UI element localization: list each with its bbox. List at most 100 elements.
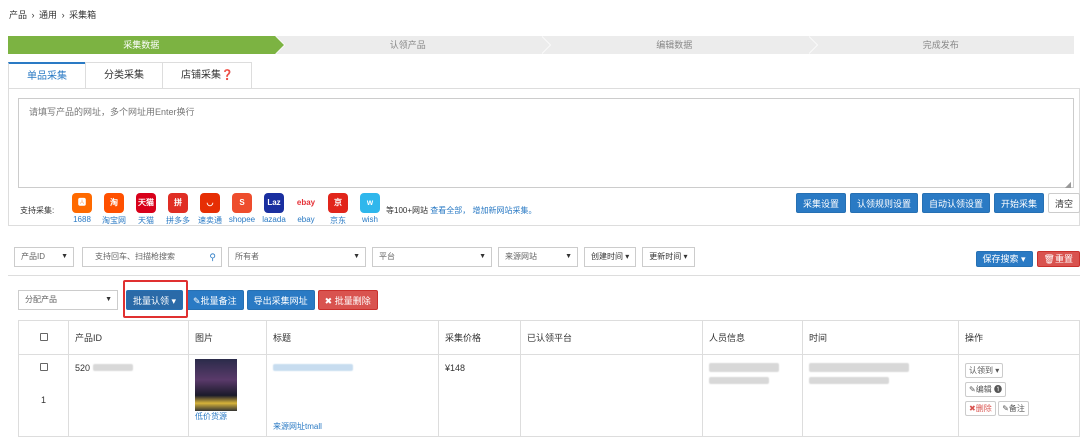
blurred-id — [92, 364, 133, 371]
step-collect: 采集数据 — [8, 36, 284, 54]
source-label: 来源网站 — [505, 252, 537, 261]
caret-down-icon: ▼ — [353, 253, 360, 260]
staff-cell — [702, 354, 803, 437]
platform-logo-icon: 天猫 — [136, 193, 156, 213]
blurred-staff — [709, 363, 779, 372]
source-select[interactable]: 来源网站 ▼ — [498, 247, 578, 267]
blurred-title[interactable] — [273, 364, 353, 371]
edit-icon: ✎ — [1002, 404, 1009, 413]
caret-down-icon: ▼ — [479, 253, 486, 260]
platform-7[interactable]: ebay ebay — [290, 193, 322, 226]
tab-single[interactable]: 单品采集 — [8, 62, 86, 88]
select-all-checkbox[interactable] — [39, 332, 48, 341]
source-link[interactable]: 来源网址tmall — [273, 421, 432, 432]
platform-name: ebay — [297, 215, 315, 224]
table-row: 1 520 低价货源 来源网址tmall ¥148 认领到 ▾ ✎编辑 ❶ ✖删… — [18, 354, 1080, 437]
platform-label: 平台 — [379, 252, 395, 261]
delete-button[interactable]: ✖删除 — [965, 401, 996, 416]
created-time-button[interactable]: 创建时间 ▾ — [584, 247, 637, 267]
platform-1[interactable]: 淘淘宝网 — [98, 193, 130, 226]
product-image[interactable] — [195, 359, 237, 411]
search-placeholder: 支持回车、扫描枪搜索 — [95, 252, 175, 261]
actions-cell: 认领到 ▾ ✎编辑 ❶ ✖删除 ✎备注 — [958, 354, 1080, 437]
resize-handle-icon[interactable]: ◢ — [1065, 180, 1071, 189]
owner-select[interactable]: 所有者 ▼ — [228, 247, 366, 267]
tab-category[interactable]: 分类采集 — [85, 62, 163, 88]
breadcrumb-separator: › — [31, 10, 35, 20]
search-actions: 保存搜索 ▾ 🗑重置 — [975, 251, 1080, 267]
filter-bar: 产品ID ▼ 支持回车、扫描枪搜索 ⚲ 所有者 ▼ 平台 ▼ 来源网站 ▼ 创建时间 ▾ … — [14, 247, 701, 267]
caret-down-icon: ▼ — [565, 253, 572, 260]
low-price-link[interactable]: 低价货源 — [195, 411, 260, 422]
collect-tabs: 单品采集 分类采集 店铺采集❓ — [8, 62, 253, 88]
platform-4[interactable]: ◡ 速卖通 — [194, 193, 226, 226]
breadcrumb-item[interactable]: 产品 — [9, 10, 27, 20]
platform-logo-icon: S — [232, 193, 252, 213]
trash-icon: 🗑 — [1043, 254, 1055, 264]
claim-to-button[interactable]: 认领到 ▾ — [965, 363, 1004, 378]
breadcrumb-item[interactable]: 通用 — [39, 10, 57, 20]
platform-name: 拼多多 — [166, 216, 190, 225]
auto-claim-button[interactable]: 自动认领设置 — [922, 193, 990, 213]
edit-button[interactable]: ✎编辑 ❶ — [965, 382, 1006, 397]
search-input[interactable]: 支持回车、扫描枪搜索 ⚲ — [82, 247, 222, 267]
platform-9[interactable]: w wish — [354, 193, 386, 226]
batch-delete-button[interactable]: ✖ 批量删除 — [317, 290, 378, 310]
platform-logo-icon: ◡ — [200, 193, 220, 213]
platform-6[interactable]: Laz lazada — [258, 193, 290, 226]
platform-select[interactable]: 平台 ▼ — [372, 247, 492, 267]
header-image: 图片 — [188, 320, 267, 355]
export-urls-button[interactable]: 导出采集网址 — [246, 290, 315, 310]
add-site-link[interactable]: 增加新网站采集。 — [473, 206, 537, 215]
progress-steps: 采集数据 认领产品 编辑数据 完成发布 — [8, 36, 1074, 54]
caret-down-icon: ▼ — [61, 253, 68, 260]
platform-3[interactable]: 拼拼多多 — [162, 193, 194, 226]
view-all-link[interactable]: 查看全部， — [430, 206, 470, 215]
search-icon[interactable]: ⚲ — [209, 248, 216, 266]
save-search-button[interactable]: 保存搜索 ▾ — [975, 251, 1033, 267]
start-collect-button[interactable]: 开始采集 — [994, 193, 1044, 213]
platform-logo-icon: 京 — [328, 193, 348, 213]
platform-0[interactable]: 🅰 1688 — [66, 193, 98, 226]
assign-label: 分配产品 — [25, 295, 57, 304]
assign-select[interactable]: 分配产品 ▼ — [18, 290, 118, 310]
platform-8[interactable]: 京京东 — [322, 193, 354, 226]
note-button[interactable]: ✎备注 — [998, 401, 1029, 416]
updated-time-button[interactable]: 更新时间 ▾ — [642, 247, 695, 267]
title-cell: 来源网址tmall — [266, 354, 439, 437]
step-publish: 完成发布 — [922, 40, 959, 50]
platform-name: 京东 — [330, 216, 346, 225]
platform-name: 1688 — [73, 215, 91, 224]
clear-button[interactable]: 清空 — [1048, 193, 1080, 213]
tab-store[interactable]: 店铺采集❓ — [162, 62, 253, 88]
price-cell: ¥148 — [438, 354, 521, 437]
edit-icon: ✎ — [193, 296, 201, 306]
close-icon: ✖ — [969, 404, 976, 413]
info-icon: ❶ — [993, 385, 1002, 394]
batch-delete-label: 批量删除 — [334, 296, 371, 306]
edit-icon: ✎ — [969, 385, 976, 394]
batch-note-button[interactable]: ✎批量备注 — [186, 290, 244, 310]
row-checkbox[interactable] — [39, 363, 48, 371]
platform-5[interactable]: Sshopee — [226, 193, 258, 226]
platform-name: wish — [361, 215, 378, 224]
edit-label: 编辑 — [975, 385, 992, 394]
platform-2[interactable]: 天猫 天猫 — [130, 193, 162, 226]
highlight-box — [123, 280, 188, 318]
platform-logo-icon: ebay — [296, 193, 316, 213]
product-id-select[interactable]: 产品ID ▼ — [14, 247, 74, 267]
platform-name: 天猫 — [138, 216, 154, 225]
delete-label: 删除 — [975, 404, 992, 413]
action-bar: 分配产品 ▼ 批量认领 ▾ ✎批量备注 导出采集网址 ✖ 批量删除 — [18, 290, 378, 310]
claim-rules-button[interactable]: 认领规则设置 — [850, 193, 918, 213]
time-cell — [802, 354, 959, 437]
note-label: 备注 — [1008, 404, 1025, 413]
support-label: 支持采集: — [20, 206, 55, 215]
collect-settings-button[interactable]: 采集设置 — [796, 193, 846, 213]
url-input[interactable]: 请填写产品的网址，多个网址用Enter换行 — [18, 98, 1074, 188]
platform-logo-icon: 淘 — [104, 193, 124, 213]
reset-button[interactable]: 🗑重置 — [1036, 251, 1080, 267]
claim-to-label: 认领到 — [969, 366, 993, 375]
blurred-time — [809, 377, 889, 384]
platform-name: lazada — [262, 215, 286, 224]
